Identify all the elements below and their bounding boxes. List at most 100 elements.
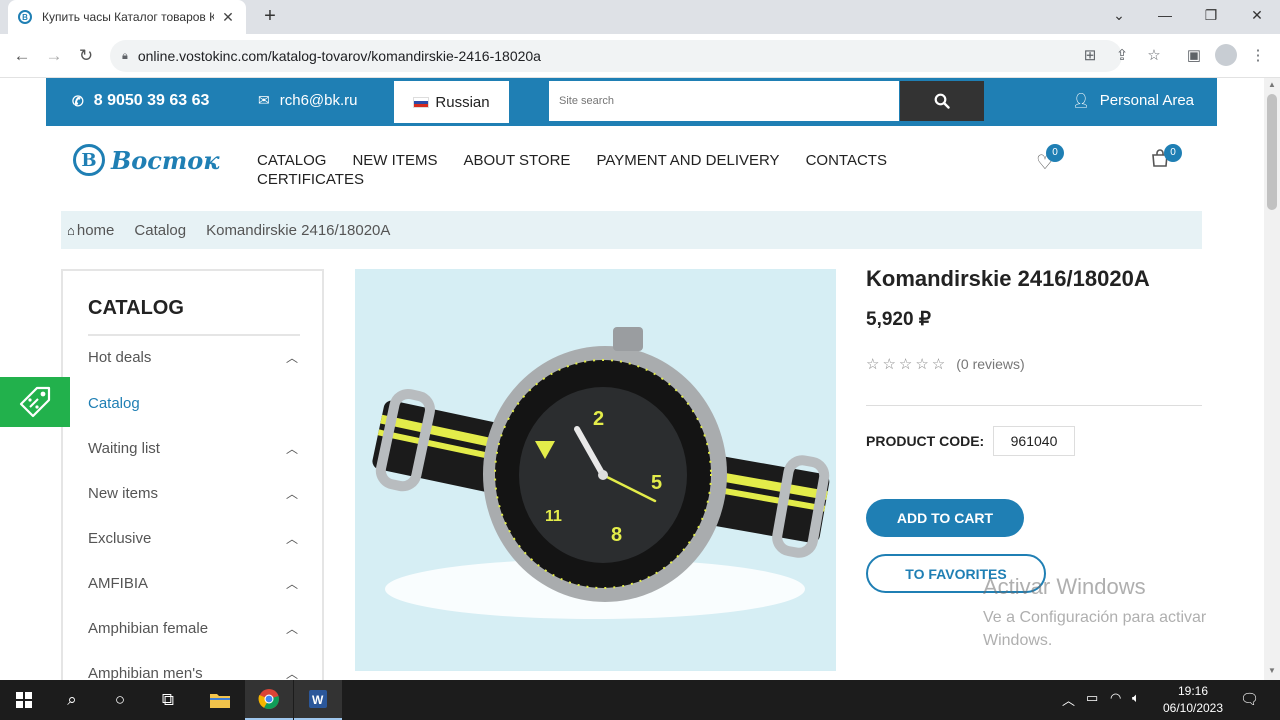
battery-icon[interactable]: ▭ (1086, 690, 1098, 706)
bookmark-star-icon[interactable]: ☆ (1140, 42, 1168, 70)
maximize-button[interactable]: ❐ (1188, 0, 1234, 32)
file-explorer-icon[interactable] (196, 680, 244, 720)
windows-logo-icon (16, 692, 32, 708)
share-icon[interactable]: ⇪ (1108, 42, 1136, 70)
chevron-up-icon[interactable]: ︿ (286, 665, 298, 680)
home-icon[interactable]: ⌂ (67, 223, 75, 238)
phone-link[interactable]: ✆ 8 9050 39 63 63 (72, 92, 209, 110)
tray-chevron-icon[interactable]: ︿ (1062, 690, 1075, 709)
nav-catalog[interactable]: CATALOG (257, 152, 326, 169)
watermark-subtitle: Ve a Configuración para activar Windows. (983, 609, 1207, 649)
svg-text:5: 5 (651, 472, 662, 494)
product-code-label: PRODUCT CODE: (866, 433, 985, 449)
nav-certificates[interactable]: CERTIFICATES (257, 171, 364, 188)
product-photo[interactable]: 2 5 8 11 (355, 269, 836, 671)
side-panel-icon[interactable]: ▣ (1180, 42, 1208, 70)
search-icon (934, 93, 950, 109)
chevron-up-icon[interactable]: ︿ (286, 349, 298, 366)
address-bar[interactable]: 🔒︎ online.vostokinc.com/katalog-tovarov/… (110, 40, 1122, 72)
user-icon: 👤︎ (1072, 92, 1090, 108)
scrollbar-thumb[interactable] (1267, 94, 1277, 210)
wifi-icon[interactable]: ◠ (1110, 690, 1121, 706)
language-selector[interactable]: Russian (394, 81, 509, 123)
word-logo-icon: W (309, 690, 327, 708)
reviews-count[interactable]: (0 reviews) (956, 356, 1024, 372)
sidebar-item-amfibia[interactable]: AMFIBIA ︿ (88, 575, 300, 592)
close-window-button[interactable]: ✕ (1234, 0, 1280, 32)
sidebar-item-waiting-list[interactable]: Waiting list ︿ (88, 440, 300, 457)
taskbar-search-icon[interactable]: ⌕ (48, 680, 96, 720)
breadcrumb-catalog[interactable]: Catalog (134, 222, 186, 239)
cortana-icon[interactable]: ○ (96, 680, 144, 720)
discount-tag-icon (19, 386, 51, 418)
sidebar-item-amphibian-female[interactable]: Amphibian female ︿ (88, 620, 300, 637)
watch-image: 2 5 8 11 (372, 327, 830, 619)
chrome-taskbar-icon[interactable] (245, 680, 293, 720)
windows-activation-watermark: Activar Windows Ve a Configuración para … (983, 574, 1233, 652)
vostok-logo[interactable]: B Восток (73, 144, 220, 176)
lock-icon: 🔒︎ (122, 49, 128, 62)
chevron-up-icon[interactable]: ︿ (286, 485, 298, 502)
nav-payment-delivery[interactable]: PAYMENT AND DELIVERY (596, 152, 779, 169)
folder-icon (210, 694, 230, 708)
nav-about-store[interactable]: ABOUT STORE (463, 152, 570, 169)
discount-promo-button[interactable] (0, 377, 70, 427)
chevron-up-icon[interactable]: ︿ (286, 620, 298, 637)
site-search-input[interactable] (549, 81, 899, 121)
tab-search-icon[interactable]: ⌄ (1096, 0, 1142, 32)
email-link[interactable]: ✉ rch6@bk.ru (258, 92, 358, 109)
taskbar-clock[interactable]: 19:16 06/10/2023 (1148, 683, 1238, 717)
browser-tab[interactable]: B Купить часы Каталог товаров К ✕ (8, 0, 246, 34)
volume-icon[interactable]: 🔈︎ (1132, 690, 1140, 706)
task-view-icon[interactable]: ⧉ (144, 680, 192, 720)
notifications-icon[interactable]: 🗨︎ (1240, 690, 1259, 708)
product-price: 5,920 ₽ (866, 309, 931, 330)
personal-area-label: Personal Area (1099, 92, 1195, 109)
scroll-down-arrow-icon[interactable]: ▼ (1267, 666, 1277, 676)
personal-area-link[interactable]: 👤︎ Personal Area (1072, 92, 1194, 109)
chrome-menu-icon[interactable]: ⋮ (1244, 42, 1272, 70)
add-to-cart-button[interactable]: ADD TO CART (866, 499, 1024, 537)
forward-arrow-icon[interactable]: → (40, 42, 68, 70)
web-page: ✆ 8 9050 39 63 63 ✉ rch6@bk.ru Russian 👤… (0, 78, 1264, 680)
rating-stars-icon[interactable]: ☆☆☆☆☆ (866, 355, 948, 373)
tab-close-icon[interactable]: ✕ (220, 9, 236, 26)
page-scrollbar[interactable]: ▲ ▼ (1264, 78, 1280, 680)
minimize-button[interactable]: — (1142, 0, 1188, 32)
nav-contacts[interactable]: CONTACTS (806, 152, 887, 169)
back-arrow-icon[interactable]: ← (8, 42, 36, 70)
sidebar-divider (88, 334, 300, 336)
chevron-up-icon[interactable]: ︿ (286, 530, 298, 547)
browser-tab-strip: B Купить часы Каталог товаров К ✕ + ⌄ — … (0, 0, 1280, 34)
breadcrumb-home[interactable]: home (77, 222, 115, 239)
site-favicon-icon: B (18, 10, 32, 24)
breadcrumb: ⌂ home Catalog Komandirskie 2416/18020A (61, 211, 1202, 249)
chrome-logo-icon (258, 689, 279, 710)
sidebar-item-catalog[interactable]: Catalog (88, 395, 300, 412)
new-tab-button[interactable]: + (258, 4, 282, 28)
search-button[interactable] (900, 81, 984, 121)
sidebar-item-exclusive[interactable]: Exclusive ︿ (88, 530, 300, 547)
reload-icon[interactable]: ↻ (72, 42, 100, 70)
windows-start-icon[interactable] (0, 680, 48, 720)
sidebar-item-hot-deals[interactable]: Hot deals ︿ (88, 349, 300, 366)
scroll-up-arrow-icon[interactable]: ▲ (1267, 80, 1277, 90)
profile-avatar[interactable] (1215, 44, 1237, 66)
sidebar-item-amphibian-mens[interactable]: Amphibian men's ︿ (88, 665, 300, 680)
product-divider (866, 405, 1202, 406)
chevron-up-icon[interactable]: ︿ (286, 575, 298, 592)
clock-date: 06/10/2023 (1162, 701, 1224, 715)
nav-new-items[interactable]: NEW ITEMS (352, 152, 437, 169)
phone-icon: ✆ (72, 92, 84, 109)
browser-toolbar: ← → ↻ 🔒︎ online.vostokinc.com/katalog-to… (0, 34, 1280, 78)
logo-text: Восток (111, 145, 220, 175)
chevron-up-icon[interactable]: ︿ (286, 440, 298, 457)
sidebar-item-label: Waiting list (88, 440, 160, 457)
top-contact-bar: ✆ 8 9050 39 63 63 ✉ rch6@bk.ru Russian 👤… (46, 78, 1217, 126)
favorites-count-badge: 0 (1046, 144, 1064, 162)
sidebar-item-new-items[interactable]: New items ︿ (88, 485, 300, 502)
translate-icon[interactable]: ⊞ (1076, 42, 1104, 70)
logo-emblem-icon: B (73, 144, 105, 176)
word-taskbar-icon[interactable]: W (294, 680, 342, 720)
russia-flag-icon (413, 96, 430, 108)
